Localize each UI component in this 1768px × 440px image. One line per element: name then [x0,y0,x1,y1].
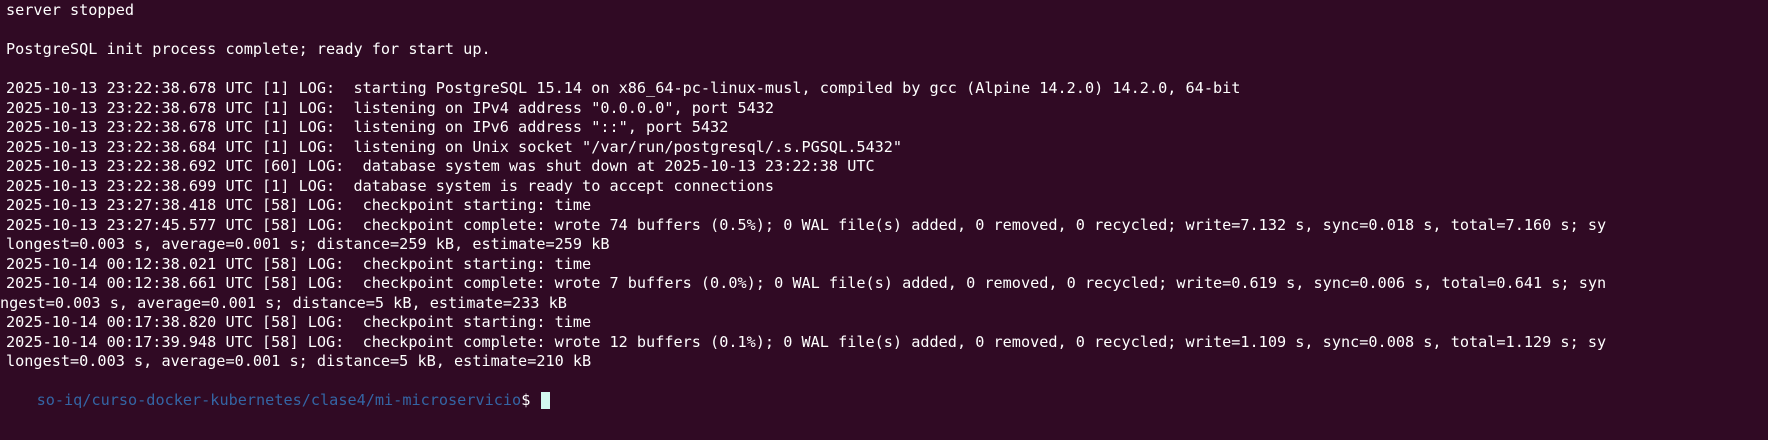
terminal-line: 2025-10-14 00:17:38.820 UTC [58] LOG: ch… [6,313,592,331]
terminal-line: 2025-10-13 23:22:38.684 UTC [1] LOG: lis… [6,137,903,156]
prompt-path: so-iq/curso-docker-kubernetes/clase4/mi-… [36,390,522,409]
terminal-line: server stopped [6,1,135,19]
terminal-window[interactable]: server stopped PostgreSQL init process c… [0,0,1768,440]
terminal-line: longest=0.003 s, average=0.001 s; distan… [6,235,610,253]
terminal-line: 2025-10-14 00:12:38.661 UTC [58] LOG: ch… [6,274,1607,292]
terminal-line: 2025-10-13 23:22:38.692 UTC [60] LOG: da… [6,157,875,175]
terminal-line: 2025-10-14 00:17:39.948 UTC [58] LOG: ch… [6,332,1607,351]
shell-prompt[interactable]: so-iq/curso-docker-kubernetes/clase4/mi-… [0,371,550,409]
terminal-line: 2025-10-13 23:22:38.699 UTC [1] LOG: dat… [6,176,775,195]
cursor-block [540,391,550,409]
terminal-line: longest=0.003 s, average=0.001 s; distan… [6,352,592,370]
terminal-line: 2025-10-13 23:22:38.678 UTC [1] LOG: lis… [6,98,775,117]
prompt-symbol: $ [521,390,540,409]
terminal-line: 2025-10-13 23:22:38.678 UTC [1] LOG: lis… [6,118,729,136]
terminal-line: 2025-10-13 23:27:45.577 UTC [58] LOG: ch… [6,215,1607,234]
terminal-line: 2025-10-14 00:12:38.021 UTC [58] LOG: ch… [6,254,592,273]
terminal-line: ngest=0.003 s, average=0.001 s; distance… [0,293,567,312]
terminal-line: 2025-10-13 23:27:38.418 UTC [58] LOG: ch… [6,196,592,214]
terminal-line: 2025-10-13 23:22:38.678 UTC [1] LOG: sta… [6,79,1241,97]
terminal-line: PostgreSQL init process complete; ready … [6,40,491,58]
